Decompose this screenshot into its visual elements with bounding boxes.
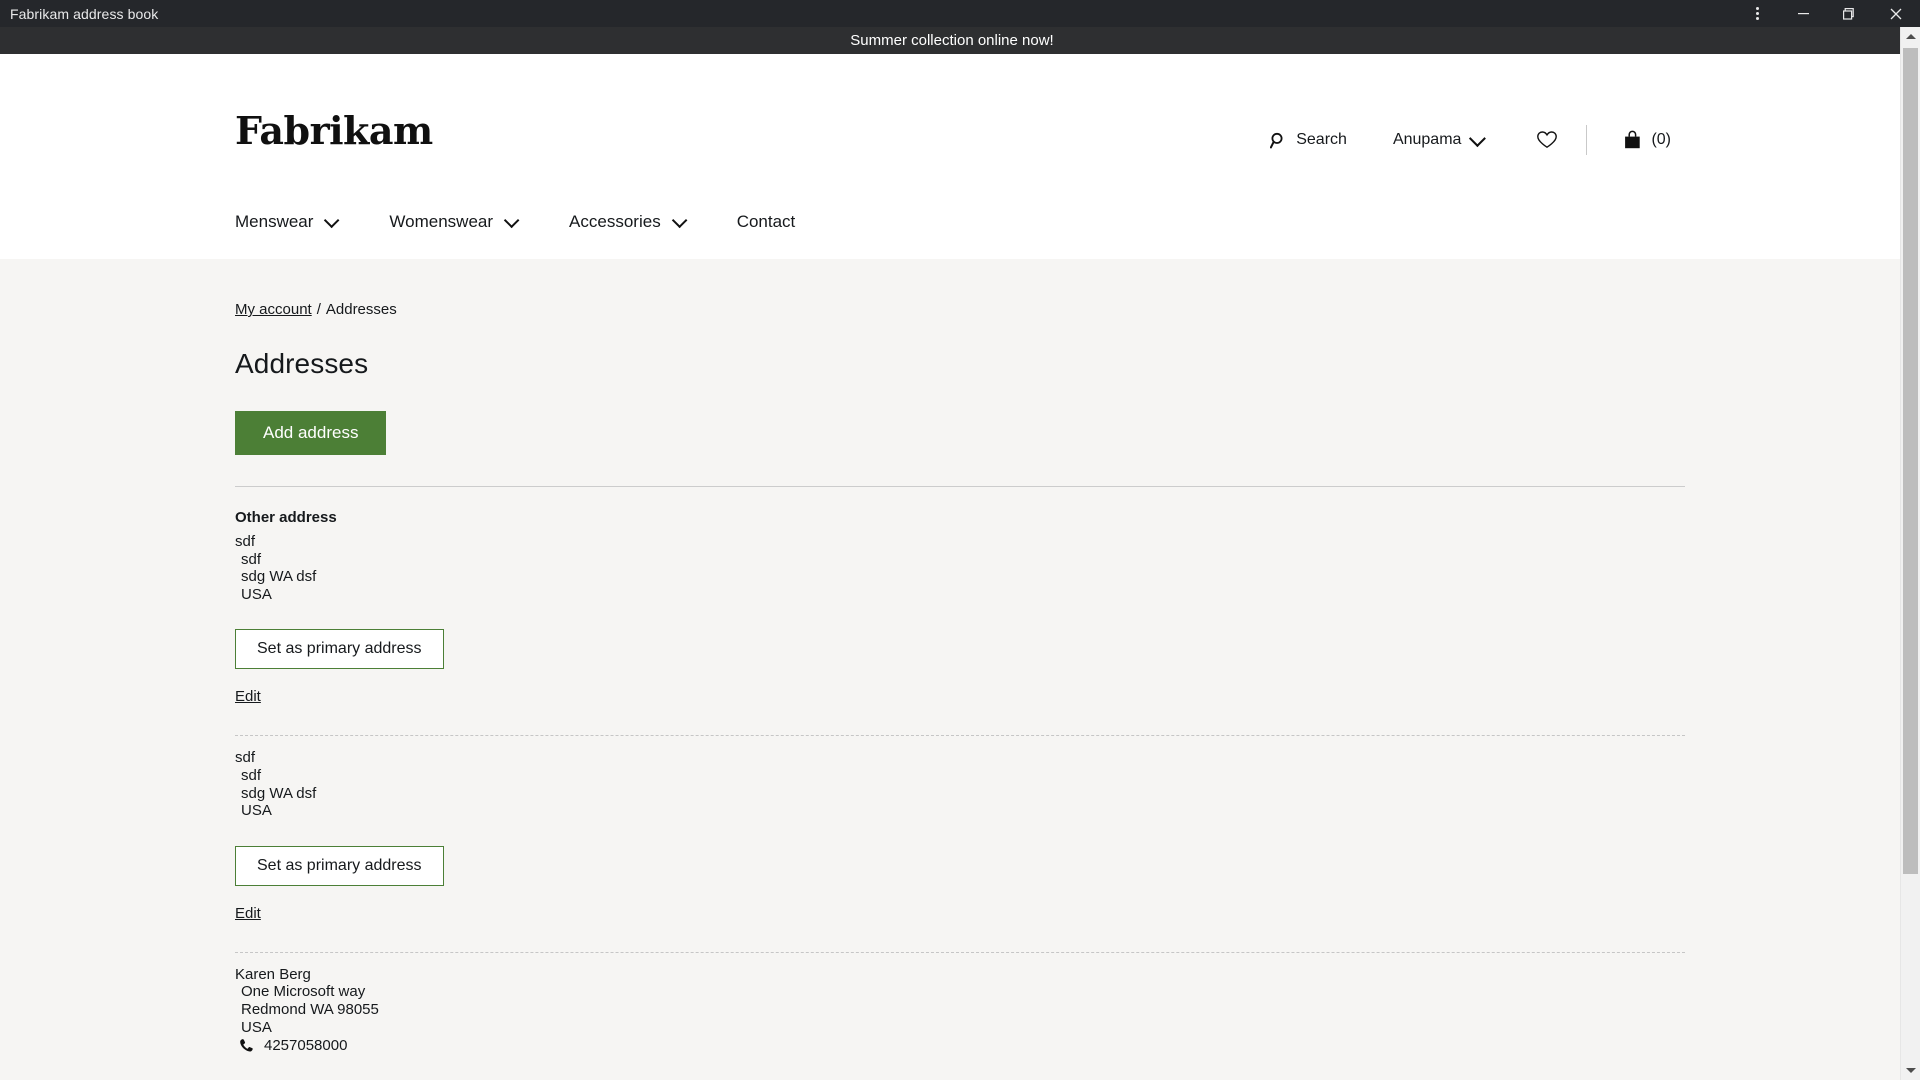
cart-count: (0)	[1651, 131, 1671, 148]
minimize-icon[interactable]	[1780, 0, 1826, 27]
cart-button[interactable]: (0)	[1613, 124, 1681, 156]
scroll-down-button[interactable]	[1901, 1061, 1920, 1080]
scroll-up-button[interactable]	[1901, 27, 1920, 46]
address-street: sdf	[241, 766, 262, 784]
page-title: Addresses	[235, 348, 369, 379]
address-lines: sdf sdf sdg WA dsf USA	[235, 533, 1685, 603]
address-city-state-zip: Redmond WA 98055	[241, 1000, 379, 1018]
chevron-down-icon	[503, 212, 520, 228]
section-divider	[235, 486, 1685, 487]
address-phone: 4257058000	[235, 1037, 1685, 1053]
address-country: USA	[241, 585, 272, 603]
address-card: Karen Berg One Microsoft way Redmond WA …	[235, 953, 1685, 1053]
search-label: Search	[1296, 131, 1347, 148]
close-icon[interactable]	[1872, 0, 1920, 27]
phone-icon	[240, 1039, 253, 1052]
vertical-scrollbar[interactable]	[1900, 27, 1920, 1080]
main-nav: Menswear Womenswear Accessories Contact	[235, 206, 795, 238]
utility-divider	[1586, 125, 1588, 155]
set-primary-address-button[interactable]: Set as primary address	[235, 845, 444, 886]
search-icon	[1270, 132, 1283, 148]
wishlist-button[interactable]	[1526, 124, 1568, 156]
address-street: One Microsoft way	[241, 983, 366, 1001]
address-lines: sdf sdf sdg WA dsf USA	[235, 749, 1685, 819]
page-body: My account / Addresses Addresses Add add…	[0, 259, 1920, 1053]
address-name: sdf	[235, 533, 256, 550]
address-phone-number: 4257058000	[264, 1037, 348, 1053]
address-lines: Karen Berg One Microsoft way Redmond WA …	[235, 966, 1685, 1036]
window-titlebar: Fabrikam address book	[0, 0, 1920, 27]
address-country: USA	[241, 802, 272, 820]
breadcrumb-current: Addresses	[325, 301, 397, 318]
breadcrumb-separator: /	[316, 301, 321, 318]
address-city-state-zip: sdg WA dsf	[241, 568, 317, 586]
chevron-down-icon	[324, 212, 340, 228]
window-controls	[1734, 0, 1920, 27]
utility-nav: Search Anupama (0)	[1260, 124, 1681, 156]
scrollbar-thumb[interactable]	[1903, 48, 1918, 874]
address-country: USA	[241, 1018, 272, 1036]
heart-icon	[1537, 131, 1558, 149]
nav-item-label: Accessories	[569, 212, 661, 231]
edit-address-link[interactable]: Edit	[235, 688, 261, 705]
address-city-state-zip: sdg WA dsf	[241, 784, 317, 802]
more-vertical-icon	[1755, 7, 1759, 20]
address-street: sdf	[241, 550, 262, 568]
chevron-up-icon	[1905, 34, 1916, 39]
account-label: Anupama	[1392, 131, 1462, 148]
search-button[interactable]: Search	[1260, 125, 1357, 155]
edit-address-link[interactable]: Edit	[235, 905, 261, 922]
window-title: Fabrikam address book	[10, 5, 159, 22]
add-address-button[interactable]: Add address	[235, 411, 387, 455]
close-glyph	[1890, 8, 1902, 19]
nav-item-womenswear[interactable]: Womenswear	[389, 206, 520, 238]
restore-glyph	[1843, 7, 1854, 20]
address-card: sdf sdf sdg WA dsf USA Set as primary ad…	[235, 526, 1685, 706]
browser-viewport: Summer collection online now! Fabrikam S…	[0, 27, 1920, 1053]
other-address-heading: Other address	[235, 509, 337, 526]
chevron-down-icon	[1469, 130, 1487, 148]
nav-item-label: Womenswear	[389, 212, 494, 231]
window-menu-icon[interactable]	[1734, 0, 1780, 27]
breadcrumb-my-account[interactable]: My account	[235, 301, 312, 318]
set-primary-address-button[interactable]: Set as primary address	[235, 629, 444, 670]
site-header: Fabrikam Search Anupama (0) Menswear Wom…	[0, 54, 1920, 259]
nav-item-contact[interactable]: Contact	[737, 206, 796, 238]
nav-item-label: Contact	[736, 212, 796, 231]
shopping-bag-icon	[1625, 130, 1641, 149]
minimize-glyph	[1797, 13, 1809, 15]
chevron-down-icon	[1905, 1068, 1916, 1073]
account-menu[interactable]: Anupama	[1383, 125, 1493, 155]
address-name: Karen Berg	[235, 965, 311, 983]
chevron-down-icon	[671, 212, 688, 228]
nav-item-label: Menswear	[235, 212, 314, 231]
restore-icon[interactable]	[1826, 0, 1872, 27]
promo-banner-text: Summer collection online now!	[850, 32, 1054, 49]
nav-item-menswear[interactable]: Menswear	[235, 206, 340, 238]
address-name: sdf	[235, 749, 256, 767]
application-window: Fabrikam address book Summer collection …	[0, 0, 1920, 1080]
brand-logo[interactable]: Fabrikam	[235, 108, 433, 153]
nav-item-accessories[interactable]: Accessories	[569, 206, 688, 238]
promo-banner: Summer collection online now!	[0, 27, 1920, 54]
breadcrumb: My account / Addresses	[235, 301, 1685, 318]
address-card: sdf sdf sdg WA dsf USA Set as primary ad…	[235, 736, 1685, 922]
